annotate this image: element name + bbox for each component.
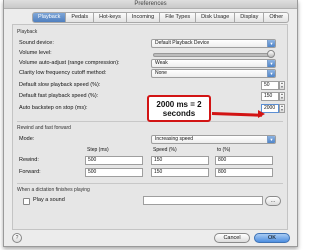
- slow-speed-stepper[interactable]: ▲ ▼: [279, 81, 285, 90]
- tab-other[interactable]: Other: [264, 12, 290, 23]
- sound-device-select[interactable]: Default Playback Device ▼: [151, 39, 276, 48]
- tab-disk-usage[interactable]: Disk Usage: [196, 12, 236, 23]
- tab-pedals[interactable]: Pedals: [66, 12, 95, 23]
- auto-adjust-label: Volume auto-adjust (range compression):: [19, 60, 120, 66]
- tab-incoming[interactable]: Incoming: [126, 12, 161, 23]
- fast-speed-stepper[interactable]: ▲ ▼: [279, 92, 285, 101]
- tab-playback[interactable]: Playback: [32, 12, 67, 23]
- chevron-down-icon: ▼: [267, 70, 275, 77]
- forward-row-label: Forward:: [19, 169, 41, 175]
- annotation-arrow-head: [258, 110, 265, 118]
- clarity-value: None: [155, 70, 167, 76]
- forward-speed-input[interactable]: 150: [151, 168, 209, 177]
- fast-speed-input[interactable]: 150: [261, 92, 279, 101]
- sound-device-label: Sound device:: [19, 40, 54, 46]
- play-sound-checkbox[interactable]: [23, 198, 30, 205]
- window-title: Preferences: [134, 1, 167, 7]
- rewind-to-input[interactable]: 800: [215, 156, 273, 165]
- title-bar: Preferences: [4, 0, 297, 9]
- tab-display[interactable]: Display: [235, 12, 265, 23]
- sound-file-field[interactable]: [143, 196, 263, 205]
- sound-device-value: Default Playback Device: [155, 40, 210, 46]
- auto-adjust-select[interactable]: Weak ▼: [151, 59, 276, 68]
- rewind-speed-input[interactable]: 150: [151, 156, 209, 165]
- annotation-callout: 2000 ms = 2 seconds: [147, 95, 211, 122]
- clarity-label: Clarity low frequency cutoff method:: [19, 70, 107, 76]
- auto-adjust-value: Weak: [155, 60, 168, 66]
- mode-select[interactable]: Increasing speed ▼: [151, 135, 276, 144]
- preferences-window: Preferences Playback Pedals Hot-keys Inc…: [3, 0, 298, 247]
- browse-button[interactable]: …: [265, 196, 281, 206]
- forward-to-input[interactable]: 800: [215, 168, 273, 177]
- section-divider: [17, 183, 283, 184]
- chevron-down-icon: ▼: [267, 60, 275, 67]
- speed-column-header: Speed (%): [153, 147, 177, 153]
- rewind-section-title: Rewind and fast forward: [17, 125, 71, 131]
- tab-file-types[interactable]: File Types: [160, 12, 197, 23]
- auto-backstep-stepper[interactable]: ▲ ▼: [279, 104, 285, 113]
- volume-slider-knob[interactable]: [267, 50, 275, 58]
- step-column-header: Step (ms): [87, 147, 109, 153]
- mode-label: Mode:: [19, 136, 35, 142]
- cancel-button[interactable]: Cancel: [214, 233, 250, 243]
- tab-hot-keys[interactable]: Hot-keys: [94, 12, 127, 23]
- rewind-row-label: Rewind:: [19, 157, 39, 163]
- forward-step-input[interactable]: 500: [85, 168, 143, 177]
- slow-speed-input[interactable]: 50: [261, 81, 279, 90]
- volume-slider-track[interactable]: [153, 53, 273, 57]
- tab-bar: Playback Pedals Hot-keys Incoming File T…: [32, 12, 290, 23]
- settings-panel: Playback Sound device: Default Playback …: [12, 24, 288, 230]
- ok-button[interactable]: OK: [254, 233, 290, 243]
- volume-level-label: Volume level:: [19, 50, 52, 56]
- playback-section-title: Playback: [17, 29, 38, 35]
- chevron-down-icon: ▼: [267, 40, 275, 47]
- auto-backstep-label: Auto backstep on stop (ms):: [19, 105, 88, 111]
- to-column-header: to (%): [217, 147, 231, 153]
- help-button[interactable]: ?: [12, 233, 22, 243]
- play-sound-label: Play a sound: [33, 197, 65, 203]
- fast-speed-label: Default fast playback speed (%):: [19, 93, 99, 99]
- slow-speed-label: Default slow playback speed (%):: [19, 82, 101, 88]
- clarity-select[interactable]: None ▼: [151, 69, 276, 78]
- chevron-down-icon: ▼: [267, 136, 275, 143]
- rewind-step-input[interactable]: 500: [85, 156, 143, 165]
- mode-value: Increasing speed: [155, 136, 194, 142]
- finish-section-title: When a dictation finishes playing: [17, 187, 90, 193]
